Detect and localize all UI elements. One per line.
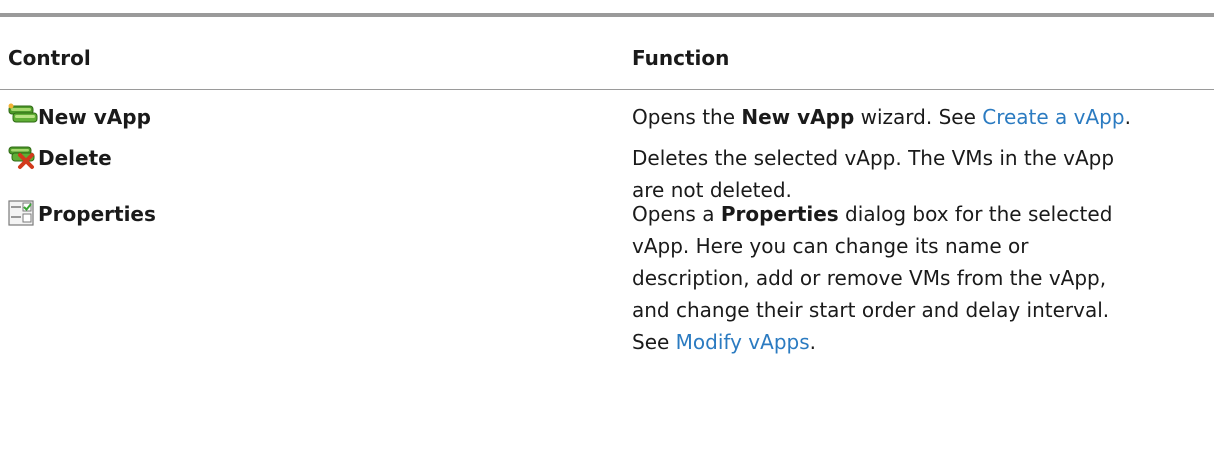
function-text: Opens the — [632, 105, 742, 129]
function-line: See Modify vApps. — [632, 326, 1214, 358]
function-cell-delete: Deletes the selected vApp. The VMs in th… — [632, 142, 1214, 206]
function-bold: New vApp — [741, 105, 855, 129]
function-cell-properties: Opens a Properties dialog box for the se… — [632, 198, 1214, 358]
header-control: Control — [8, 46, 91, 70]
function-line: vApp. Here you can change its name or — [632, 234, 1029, 258]
function-cell-new-vapp: Opens the New vApp wizard. See Create a … — [632, 101, 1214, 133]
function-line: description, add or remove VMs from the … — [632, 266, 1107, 290]
function-line: and change their start order and delay i… — [632, 298, 1110, 322]
control-label: Properties — [38, 202, 156, 226]
control-label: New vApp — [38, 105, 151, 129]
header-function: Function — [632, 46, 730, 70]
properties-icon — [8, 200, 38, 228]
control-label: Delete — [38, 146, 112, 170]
function-text: . — [1124, 105, 1131, 129]
top-rule — [0, 13, 1214, 17]
function-text: . — [809, 330, 816, 354]
function-text: dialog box for the selected — [838, 202, 1113, 226]
function-text: See — [632, 330, 676, 354]
function-text: wizard. See — [854, 105, 983, 129]
modify-vapps-link[interactable]: Modify vApps — [676, 330, 810, 354]
table-row-properties: Properties — [8, 198, 156, 230]
delete-vapp-icon — [8, 144, 38, 172]
table-row-delete: Delete — [8, 142, 112, 174]
table-row-new-vapp: New vApp — [8, 101, 151, 133]
new-vapp-icon — [8, 103, 38, 131]
function-bold: Properties — [720, 202, 839, 226]
create-vapp-link[interactable]: Create a vApp — [982, 105, 1124, 129]
function-line: Opens a Properties dialog box for the se… — [632, 198, 1214, 230]
function-line: Deletes the selected vApp. The VMs in th… — [632, 146, 1115, 170]
header-rule — [0, 89, 1214, 90]
function-text: Opens a — [632, 202, 721, 226]
